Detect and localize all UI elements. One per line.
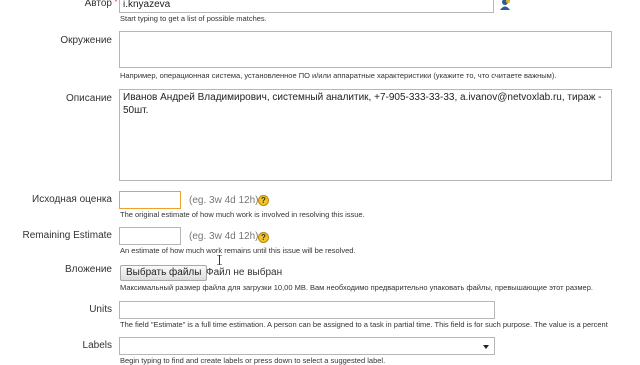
chevron-down-icon[interactable] bbox=[483, 345, 489, 349]
remaining-estimate-help-text: An estimate of how much work remains unt… bbox=[120, 246, 356, 255]
no-file-selected-text: Файл не выбран bbox=[206, 267, 283, 278]
units-help-text: The field "Estimate" is a full time esti… bbox=[120, 320, 608, 329]
environment-label: Окружение bbox=[60, 35, 112, 46]
user-picker-icon[interactable] bbox=[499, 0, 511, 10]
environment-help-text: Например, операционная система, установл… bbox=[120, 71, 557, 80]
description-textarea[interactable]: Иванов Андрей Владимирович, системный ан… bbox=[119, 89, 612, 181]
environment-textarea[interactable] bbox=[119, 31, 612, 68]
original-estimate-format-hint: (eg. 3w 4d 12h) bbox=[189, 195, 259, 206]
text-cursor-icon bbox=[217, 252, 222, 266]
units-label: Units bbox=[89, 304, 112, 315]
labels-label: Labels bbox=[82, 340, 112, 351]
choose-files-button[interactable]: Выбрать файлы bbox=[120, 265, 208, 281]
original-estimate-input[interactable] bbox=[119, 191, 181, 209]
question-icon[interactable]: ? bbox=[258, 232, 269, 243]
original-estimate-help-text: The original estimate of how much work i… bbox=[120, 210, 365, 219]
original-estimate-label: Исходная оценка bbox=[32, 194, 112, 205]
attachment-label: Вложение bbox=[65, 264, 112, 275]
attachment-help-text: Максимальный размер файла для загрузки 1… bbox=[120, 283, 593, 292]
remaining-estimate-input[interactable] bbox=[119, 227, 181, 245]
author-help-text: Start typing to get a list of possible m… bbox=[120, 14, 267, 23]
description-label: Описание bbox=[65, 93, 112, 104]
labels-help-text: Begin typing to find and create labels o… bbox=[120, 356, 386, 365]
remaining-estimate-format-hint: (eg. 3w 4d 12h) bbox=[189, 231, 259, 242]
question-icon[interactable]: ? bbox=[258, 195, 269, 206]
units-input[interactable] bbox=[119, 301, 495, 319]
author-label: Автор bbox=[84, 0, 112, 9]
labels-input[interactable] bbox=[119, 337, 495, 355]
required-indicator: * bbox=[114, 0, 118, 8]
remaining-estimate-label: Remaining Estimate bbox=[22, 230, 112, 241]
author-input[interactable] bbox=[119, 0, 494, 13]
